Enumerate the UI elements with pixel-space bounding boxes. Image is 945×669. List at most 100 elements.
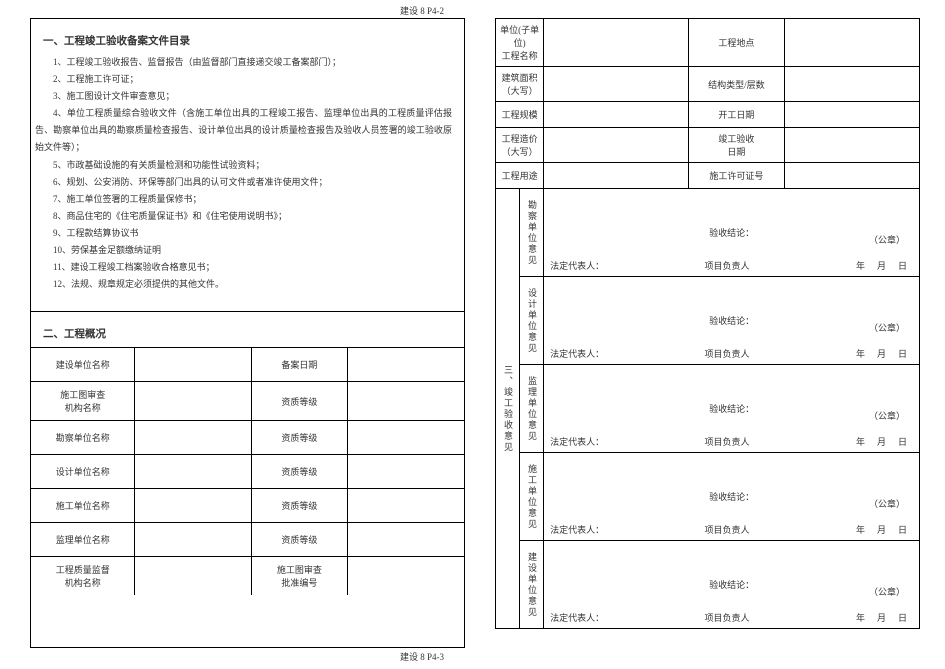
- hdr-value-left: [544, 128, 689, 163]
- hdr-value-left: [544, 102, 689, 128]
- proj-lead-label: 项目负责人: [705, 611, 750, 624]
- page-left: 一、工程竣工验收备案文件目录 1、工程竣工验收报告、监督报告（由监督部门直接递交…: [30, 18, 465, 648]
- seal-label: （公章）: [869, 409, 905, 422]
- right-table: 单位(子单位)工程名称 工程地点建筑面积（大写） 结构类型/层数工程规模 开工日期工程…: [495, 18, 920, 629]
- section1-title: 一、工程竣工验收备案文件目录: [31, 19, 464, 54]
- overview-table: 建设单位名称备案日期施工图审查机构名称资质等级勘察单位名称资质等级设计单位名称资…: [31, 347, 464, 595]
- ov-value-left: [135, 489, 252, 523]
- hdr-label-right: 施工许可证号: [688, 163, 784, 189]
- hdr-value-left: [544, 19, 689, 67]
- list-item: 12、法规、规章规定必须提供的其他文件。: [53, 276, 452, 293]
- ov-label-left: 勘察单位名称: [31, 421, 135, 455]
- ov-label-left: 施工图审查机构名称: [31, 382, 135, 421]
- ov-label-right: 资质等级: [252, 421, 347, 455]
- proj-lead-label: 项目负责人: [705, 347, 750, 360]
- opinion-cell: 验收结论：（公章） 法定代表人： 项目负责人 年月日: [544, 541, 920, 629]
- ov-value-right: [347, 421, 464, 455]
- ov-label-right: 资质等级: [252, 489, 347, 523]
- conclusion-label: 验收结论：: [550, 226, 913, 239]
- ov-label-left: 设计单位名称: [31, 455, 135, 489]
- conclusion-label: 验收结论：: [550, 578, 913, 591]
- list-item: 4、单位工程质量综合验收文件（含施工单位出具的工程竣工报告、监理单位出具的工程质…: [35, 105, 452, 156]
- list-item: 5、市政基础设施的有关质量检测和功能性试验资料；: [53, 157, 452, 174]
- ov-value-left: [135, 523, 252, 557]
- date-label: 年月日: [850, 523, 913, 536]
- hdr-label-right: 开工日期: [688, 102, 784, 128]
- file-list: 1、工程竣工验收报告、监督报告（由监督部门直接递交竣工备案部门）；2、工程施工许…: [31, 54, 464, 305]
- ov-label-right: 资质等级: [252, 382, 347, 421]
- page-code-top: 建设 8 P4-2: [400, 4, 444, 17]
- seal-label: （公章）: [869, 321, 905, 334]
- hdr-value-right: [785, 19, 920, 67]
- list-item: 6、规划、公安消防、环保等部门出具的认可文件或者准许使用文件；: [53, 174, 452, 191]
- hdr-label-left: 工程用途: [496, 163, 544, 189]
- ov-label-right: 资质等级: [252, 455, 347, 489]
- hdr-value-left: [544, 67, 689, 102]
- proj-lead-label: 项目负责人: [705, 259, 750, 272]
- legal-rep-label: 法定代表人：: [550, 259, 604, 272]
- list-item: 1、工程竣工验收报告、监督报告（由监督部门直接递交竣工备案部门）；: [53, 54, 452, 71]
- conclusion-label: 验收结论：: [550, 314, 913, 327]
- hdr-value-right: [785, 102, 920, 128]
- ov-value-right: [347, 489, 464, 523]
- ov-value-left: [135, 382, 252, 421]
- opinion-group-label: 监理单位意见: [520, 365, 544, 453]
- section3-title: 三、竣工验收意见: [496, 189, 520, 629]
- date-label: 年月日: [850, 435, 913, 448]
- legal-rep-label: 法定代表人：: [550, 435, 604, 448]
- ov-value-left: [135, 421, 252, 455]
- legal-rep-label: 法定代表人：: [550, 347, 604, 360]
- ov-label-left: 工程质量监督机构名称: [31, 557, 135, 596]
- opinion-group-label: 设计单位意见: [520, 277, 544, 365]
- ov-value-left: [135, 348, 252, 382]
- seal-label: （公章）: [869, 233, 905, 246]
- opinion-group-label: 建设单位意见: [520, 541, 544, 629]
- ov-label-right: 施工图审查批准编号: [252, 557, 347, 596]
- ov-value-left: [135, 557, 252, 596]
- list-item: 3、施工图设计文件审查意见；: [53, 88, 452, 105]
- hdr-label-left: 建筑面积（大写）: [496, 67, 544, 102]
- legal-rep-label: 法定代表人：: [550, 611, 604, 624]
- hdr-label-left: 工程规模: [496, 102, 544, 128]
- hdr-value-right: [785, 67, 920, 102]
- ov-label-right: 资质等级: [252, 523, 347, 557]
- conclusion-label: 验收结论：: [550, 402, 913, 415]
- list-item: 7、施工单位签署的工程质量保修书；: [53, 191, 452, 208]
- opinion-group-label: 施工单位意见: [520, 453, 544, 541]
- list-item: 9、工程款结算协议书: [53, 225, 452, 242]
- hdr-label-left: 工程造价（大写）: [496, 128, 544, 163]
- ov-value-right: [347, 382, 464, 421]
- hdr-value-right: [785, 128, 920, 163]
- proj-lead-label: 项目负责人: [705, 523, 750, 536]
- seal-label: （公章）: [869, 497, 905, 510]
- ov-label-left: 施工单位名称: [31, 489, 135, 523]
- list-item: 10、劳保基金足额缴纳证明: [53, 242, 452, 259]
- opinion-cell: 验收结论：（公章） 法定代表人： 项目负责人 年月日: [544, 277, 920, 365]
- opinion-cell: 验收结论：（公章） 法定代表人： 项目负责人 年月日: [544, 365, 920, 453]
- opinion-group-label: 勘察单位意见: [520, 189, 544, 277]
- hdr-label-left: 单位(子单位)工程名称: [496, 19, 544, 67]
- ov-label-right: 备案日期: [252, 348, 347, 382]
- list-item: 2、工程施工许可证；: [53, 71, 452, 88]
- ov-value-right: [347, 523, 464, 557]
- ov-value-right: [347, 455, 464, 489]
- opinion-cell: 验收结论：（公章） 法定代表人： 项目负责人 年月日: [544, 189, 920, 277]
- hdr-label-right: 结构类型/层数: [688, 67, 784, 102]
- date-label: 年月日: [850, 259, 913, 272]
- ov-value-right: [347, 557, 464, 596]
- date-label: 年月日: [850, 611, 913, 624]
- page-code-bottom: 建设 8 P4-3: [400, 650, 444, 663]
- page-right: 单位(子单位)工程名称 工程地点建筑面积（大写） 结构类型/层数工程规模 开工日期工程…: [495, 18, 920, 633]
- ov-label-left: 监理单位名称: [31, 523, 135, 557]
- opinion-cell: 验收结论：（公章） 法定代表人： 项目负责人 年月日: [544, 453, 920, 541]
- ov-label-left: 建设单位名称: [31, 348, 135, 382]
- seal-label: （公章）: [869, 585, 905, 598]
- section2-title: 二、工程概况: [31, 312, 464, 347]
- conclusion-label: 验收结论：: [550, 490, 913, 503]
- ov-value-left: [135, 455, 252, 489]
- date-label: 年月日: [850, 347, 913, 360]
- legal-rep-label: 法定代表人：: [550, 523, 604, 536]
- hdr-label-right: 工程地点: [688, 19, 784, 67]
- proj-lead-label: 项目负责人: [705, 435, 750, 448]
- list-item: 8、商品住宅的《住宅质量保证书》和《住宅使用说明书》；: [53, 208, 452, 225]
